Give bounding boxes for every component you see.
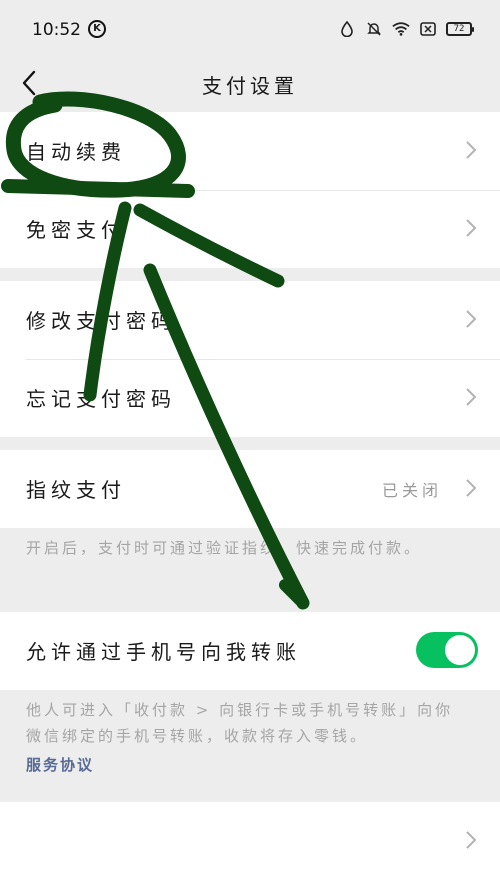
fingerprint-group: 指纹支付 已关闭 bbox=[0, 450, 500, 528]
change-password-label: 修改支付密码 bbox=[26, 309, 176, 333]
fingerprint-note: 开启后，支付时可通过验证指纹，快速完成付款。 bbox=[26, 539, 423, 557]
k-app-icon: K bbox=[88, 20, 106, 38]
forgot-password-row[interactable]: 忘记支付密码 bbox=[0, 359, 500, 437]
sim-card-icon bbox=[419, 20, 437, 38]
fingerprint-row[interactable]: 指纹支付 已关闭 bbox=[0, 450, 500, 528]
change-password-row[interactable]: 修改支付密码 bbox=[0, 281, 500, 359]
allow-transfer-label: 允许通过手机号向我转账 bbox=[26, 640, 301, 664]
auto-renew-label: 自动续费 bbox=[26, 140, 126, 164]
forgot-password-label: 忘记支付密码 bbox=[26, 387, 176, 411]
toggle-knob bbox=[445, 635, 475, 665]
status-time: 10:52 bbox=[32, 20, 81, 40]
page-title: 支付设置 bbox=[202, 74, 298, 98]
bottom-group bbox=[0, 802, 500, 880]
auto-renew-row[interactable]: 自动续费 bbox=[0, 112, 500, 190]
nav-bar: 支付设置 bbox=[0, 58, 500, 112]
chevron-right-icon bbox=[464, 307, 478, 331]
battery-icon: 72 bbox=[446, 22, 474, 36]
chevron-right-icon bbox=[464, 385, 478, 409]
status-icons: 72 bbox=[338, 20, 474, 38]
wifi-icon bbox=[392, 20, 410, 38]
bell-mute-icon bbox=[365, 20, 383, 38]
allow-transfer-row: 允许通过手机号向我转账 bbox=[0, 612, 500, 690]
fingerprint-label: 指纹支付 bbox=[26, 478, 126, 502]
arrow-head-stroke bbox=[279, 579, 309, 609]
status-bar: 10:52 K 72 bbox=[0, 0, 500, 58]
service-agreement-link[interactable]: 服务协议 bbox=[26, 752, 466, 778]
password-group: 修改支付密码 忘记支付密码 bbox=[0, 281, 500, 437]
bottom-row[interactable] bbox=[0, 802, 500, 880]
transfer-note: 他人可进入「收付款 > 向银行卡或手机号转账」向你微信绑定的手机号转账，收款将存… bbox=[26, 697, 466, 749]
renew-group: 自动续费 免密支付 bbox=[0, 112, 500, 268]
fingerprint-status: 已关闭 bbox=[381, 481, 442, 500]
transfer-note-text: 他人可进入「收付款 > 向银行卡或手机号转账」向你微信绑定的手机号转账，收款将存… bbox=[26, 701, 454, 745]
water-drop-icon bbox=[338, 20, 356, 38]
allow-transfer-toggle[interactable] bbox=[416, 632, 478, 668]
chevron-right-icon bbox=[464, 138, 478, 162]
password-free-label: 免密支付 bbox=[26, 218, 126, 242]
transfer-group: 允许通过手机号向我转账 bbox=[0, 612, 500, 690]
chevron-right-icon bbox=[464, 476, 478, 500]
chevron-right-icon bbox=[464, 216, 478, 240]
password-free-row[interactable]: 免密支付 bbox=[0, 190, 500, 268]
chevron-right-icon bbox=[464, 828, 478, 852]
